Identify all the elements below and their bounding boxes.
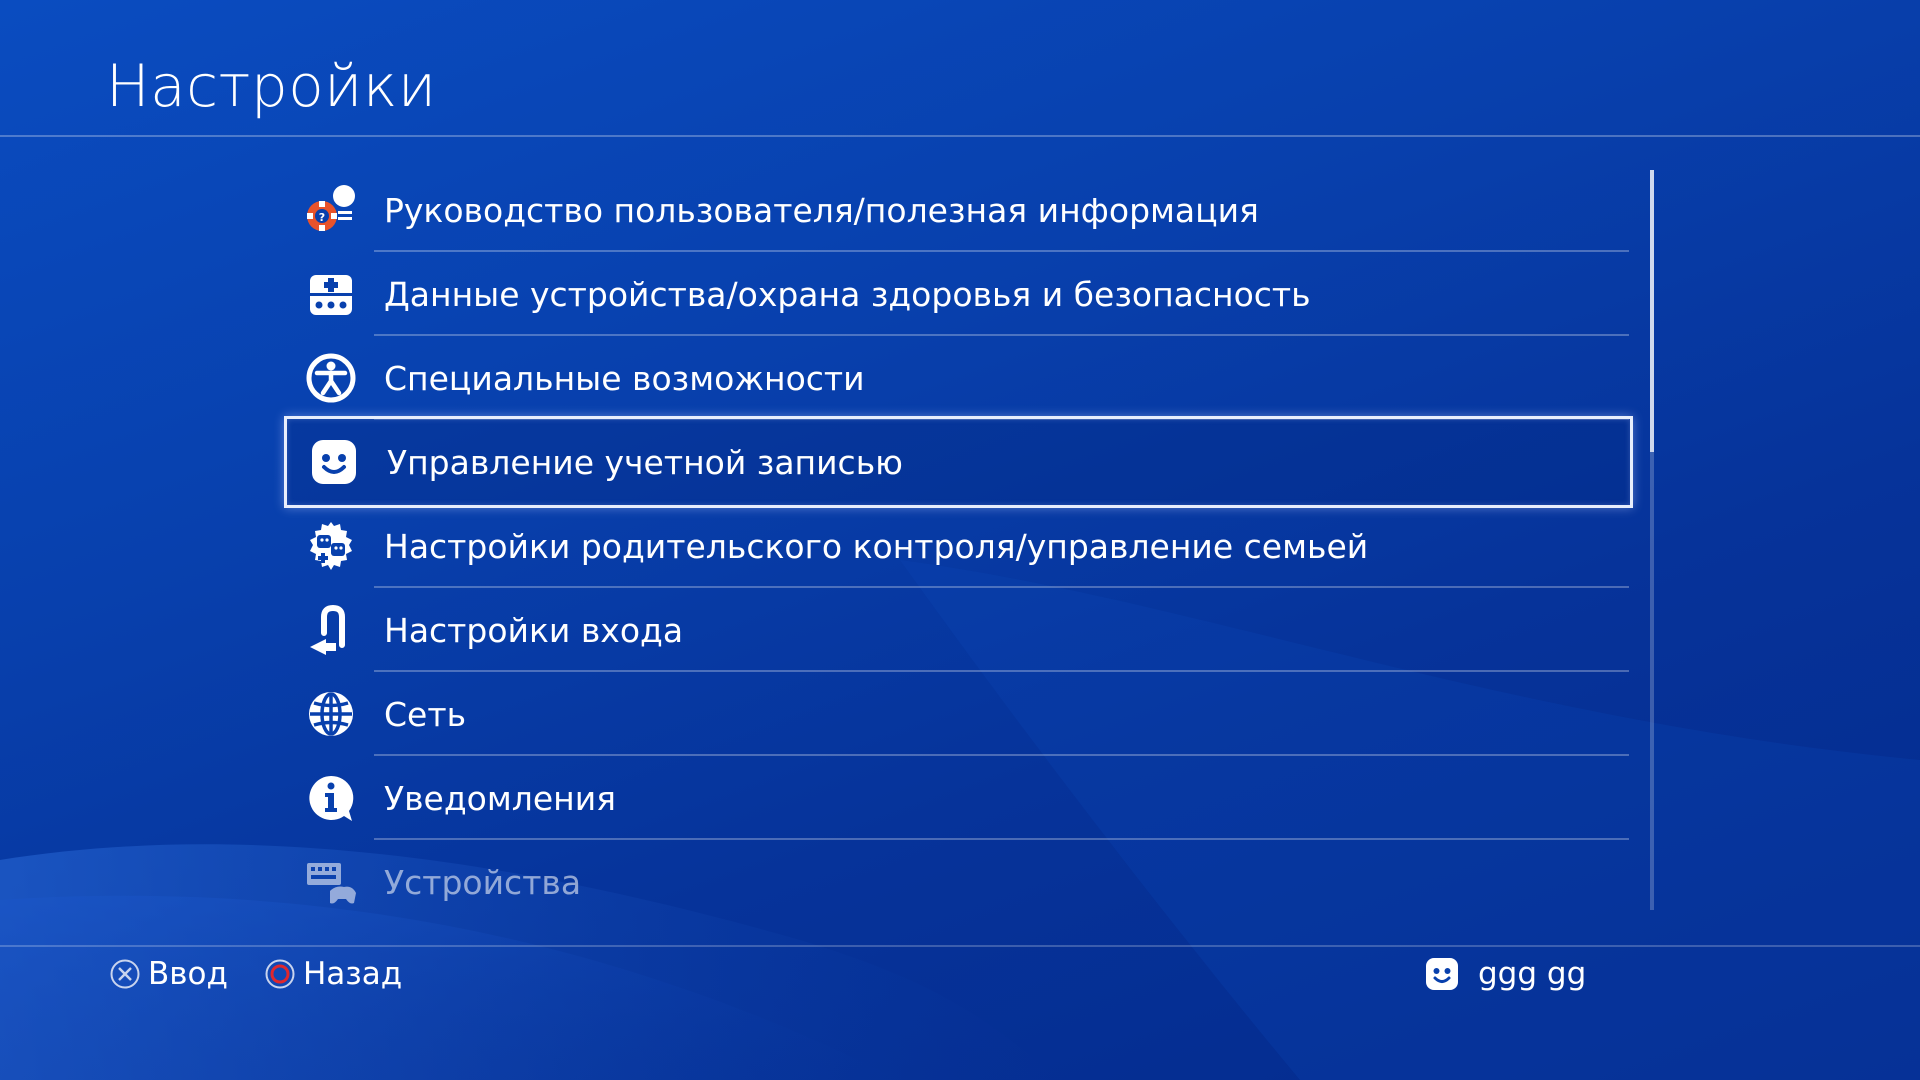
menu-item-label: Настройки входа — [384, 610, 684, 650]
menu-item-accessibility[interactable]: Специальные возможности — [284, 336, 1633, 420]
enter-label: Ввод — [148, 956, 228, 992]
scrollbar[interactable] — [1650, 170, 1654, 910]
globe-icon — [304, 687, 358, 741]
cross-button-icon — [110, 959, 140, 989]
menu-item-label: Устройства — [384, 862, 582, 902]
account-face-icon — [307, 435, 361, 489]
user-avatar-face-icon — [1424, 956, 1460, 992]
page-title: Настройки — [106, 52, 437, 120]
menu-item-label: Уведомления — [384, 778, 617, 818]
user-name: ggg gg — [1478, 956, 1587, 992]
menu-item-parental-controls[interactable]: Настройки родительского контроля/управле… — [284, 504, 1633, 588]
title-divider — [0, 135, 1920, 137]
menu-item-label: Управление учетной записью — [387, 442, 903, 482]
info-notification-icon — [304, 771, 358, 825]
enter-hint[interactable]: Ввод — [110, 954, 228, 994]
accessibility-icon — [304, 351, 358, 405]
menu-item-account-management[interactable]: Управление учетной записью — [284, 416, 1633, 508]
scrollbar-thumb[interactable] — [1650, 170, 1654, 452]
menu-item-devices[interactable]: Устройства — [284, 840, 1633, 924]
menu-item-label: Настройки родительского контроля/управле… — [384, 526, 1369, 566]
menu-item-login-settings[interactable]: Настройки входа — [284, 588, 1633, 672]
back-label: Назад — [303, 956, 403, 992]
login-icon — [304, 603, 358, 657]
menu-item-label: Специальные возможности — [384, 358, 865, 398]
menu-item-label: Сеть — [384, 694, 467, 734]
menu-item-label: Руководство пользователя/полезная информ… — [384, 190, 1259, 230]
back-hint[interactable]: Назад — [265, 954, 402, 994]
user-guide-icon: ? — [304, 183, 358, 237]
menu-item-notifications[interactable]: Уведомления — [284, 756, 1633, 840]
menu-item-user-guide[interactable]: ? Руководство пользователя/полезная инфо… — [284, 168, 1633, 252]
menu-item-network[interactable]: Сеть — [284, 672, 1633, 756]
settings-menu: ? Руководство пользователя/полезная инфо… — [284, 168, 1633, 924]
devices-keyboard-icon — [304, 855, 358, 909]
family-shield-icon — [304, 519, 358, 573]
menu-item-device-health[interactable]: Данные устройства/охрана здоровья и безо… — [284, 252, 1633, 336]
footer-divider — [0, 945, 1920, 947]
menu-item-label: Данные устройства/охрана здоровья и безо… — [384, 274, 1311, 314]
svg-text:?: ? — [319, 211, 325, 224]
current-user[interactable]: ggg gg — [1424, 954, 1586, 994]
device-health-icon — [304, 267, 358, 321]
circle-button-icon — [265, 959, 295, 989]
